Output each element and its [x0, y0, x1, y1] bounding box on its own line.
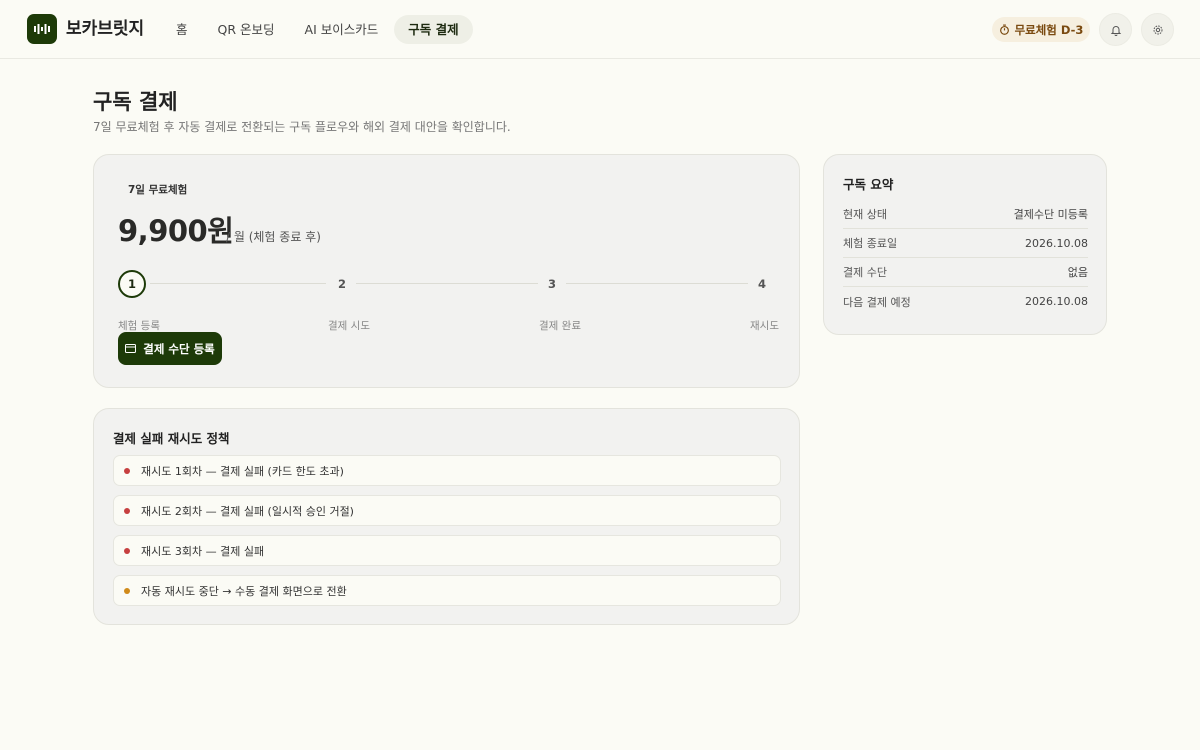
step-3-indicator: 3	[547, 277, 556, 291]
nav-subscription-payment[interactable]: 구독 결제	[394, 15, 473, 44]
retry-policy-card: 결제 실패 재시도 정책 재시도 1회차 — 결제 실패 (카드 한도 초과) …	[93, 408, 800, 625]
retry-item-text: 재시도 2회차 — 결제 실패 (일시적 승인 거절)	[141, 504, 354, 518]
register-payment-method-button[interactable]: 결제 수단 등록	[118, 332, 222, 365]
trial-plan-badge: 7일 무료체험	[128, 184, 188, 196]
brand-name[interactable]: 보카브릿지	[66, 18, 144, 40]
step-4-label: 재시도	[750, 320, 779, 332]
step-2-label: 결제 시도	[328, 320, 370, 332]
fail-status-dot	[124, 468, 130, 474]
step-1-label: 체험 등록	[118, 320, 160, 332]
retry-item: 재시도 2회차 — 결제 실패 (일시적 승인 거절)	[113, 495, 781, 526]
register-payment-method-label: 결제 수단 등록	[143, 341, 215, 356]
retry-item: 재시도 1회차 — 결제 실패 (카드 한도 초과)	[113, 455, 781, 486]
summary-key: 체험 종료일	[843, 237, 898, 250]
summary-title: 구독 요약	[843, 177, 894, 192]
retry-item-text: 자동 재시도 중단 → 수동 결제 화면으로 전환	[141, 584, 347, 598]
summary-value: 2026.10.08	[1025, 295, 1088, 308]
step-connector	[356, 283, 538, 284]
gear-icon	[1153, 25, 1162, 34]
retry-item-text: 재시도 1회차 — 결제 실패 (카드 한도 초과)	[141, 464, 344, 478]
settings-button[interactable]	[1141, 13, 1174, 46]
retry-item: 자동 재시도 중단 → 수동 결제 화면으로 전환	[113, 575, 781, 606]
fail-status-dot	[124, 508, 130, 514]
nav-home[interactable]: 홈	[162, 15, 202, 44]
step-connector	[566, 283, 748, 284]
summary-row-next-payment: 다음 결제 예정 2026.10.08	[843, 287, 1088, 316]
summary-value: 없음	[1067, 266, 1088, 279]
summary-value: 2026.10.08	[1025, 236, 1088, 250]
warn-status-dot	[124, 588, 130, 594]
credit-card-icon	[125, 344, 137, 353]
summary-key: 현재 상태	[843, 208, 887, 221]
nav-qr-onboarding[interactable]: QR 온보딩	[204, 15, 289, 44]
notifications-button[interactable]	[1099, 13, 1132, 46]
plan-card: 7일 무료체험 9,900원 / 월 (체험 종료 후) 1 2 3 4 체험 …	[93, 154, 800, 388]
retry-item: 재시도 3회차 — 결제 실패	[113, 535, 781, 566]
trial-badge-label: 무료체험 D-3	[1014, 22, 1084, 37]
page-subtitle: 7일 무료체험 후 자동 결제로 전환되는 구독 플로우와 해외 결제 대안을 …	[93, 120, 511, 134]
top-bar: 보카브릿지 홈 QR 온보딩 AI 보이스카드 구독 결제 무료체험 D-3	[0, 0, 1200, 59]
logo-waveform-icon	[34, 24, 50, 34]
bell-icon	[1110, 25, 1121, 36]
step-1-indicator: 1	[118, 270, 146, 298]
retry-item-text: 재시도 3회차 — 결제 실패	[141, 544, 265, 558]
page-title: 구독 결제	[93, 90, 178, 114]
subscription-summary-card: 구독 요약 현재 상태 결제수단 미등록 체험 종료일 2026.10.08 결…	[823, 154, 1107, 335]
fail-status-dot	[124, 548, 130, 554]
summary-row-payment-method: 결제 수단 없음	[843, 258, 1088, 287]
summary-row-status: 현재 상태 결제수단 미등록	[843, 200, 1088, 229]
logo[interactable]	[27, 14, 57, 44]
summary-value: 결제수단 미등록	[1013, 208, 1088, 221]
step-3-label: 결제 완료	[539, 320, 581, 332]
summary-row-trial-end: 체험 종료일 2026.10.08	[843, 229, 1088, 258]
step-2-indicator: 2	[337, 277, 346, 291]
retry-policy-title: 결제 실패 재시도 정책	[113, 431, 230, 446]
trial-badge[interactable]: 무료체험 D-3	[992, 17, 1090, 42]
step-4-indicator: 4	[757, 277, 766, 291]
summary-key: 다음 결제 예정	[843, 295, 911, 309]
summary-key: 결제 수단	[843, 266, 887, 279]
timer-icon	[999, 24, 1009, 35]
main-nav: 홈 QR 온보딩 AI 보이스카드 구독 결제	[162, 15, 475, 44]
nav-ai-voicecard[interactable]: AI 보이스카드	[291, 15, 393, 44]
plan-price: 9,900원	[118, 214, 234, 248]
step-connector	[150, 283, 326, 284]
plan-price-unit: / 월 (체험 종료 후)	[226, 230, 321, 244]
